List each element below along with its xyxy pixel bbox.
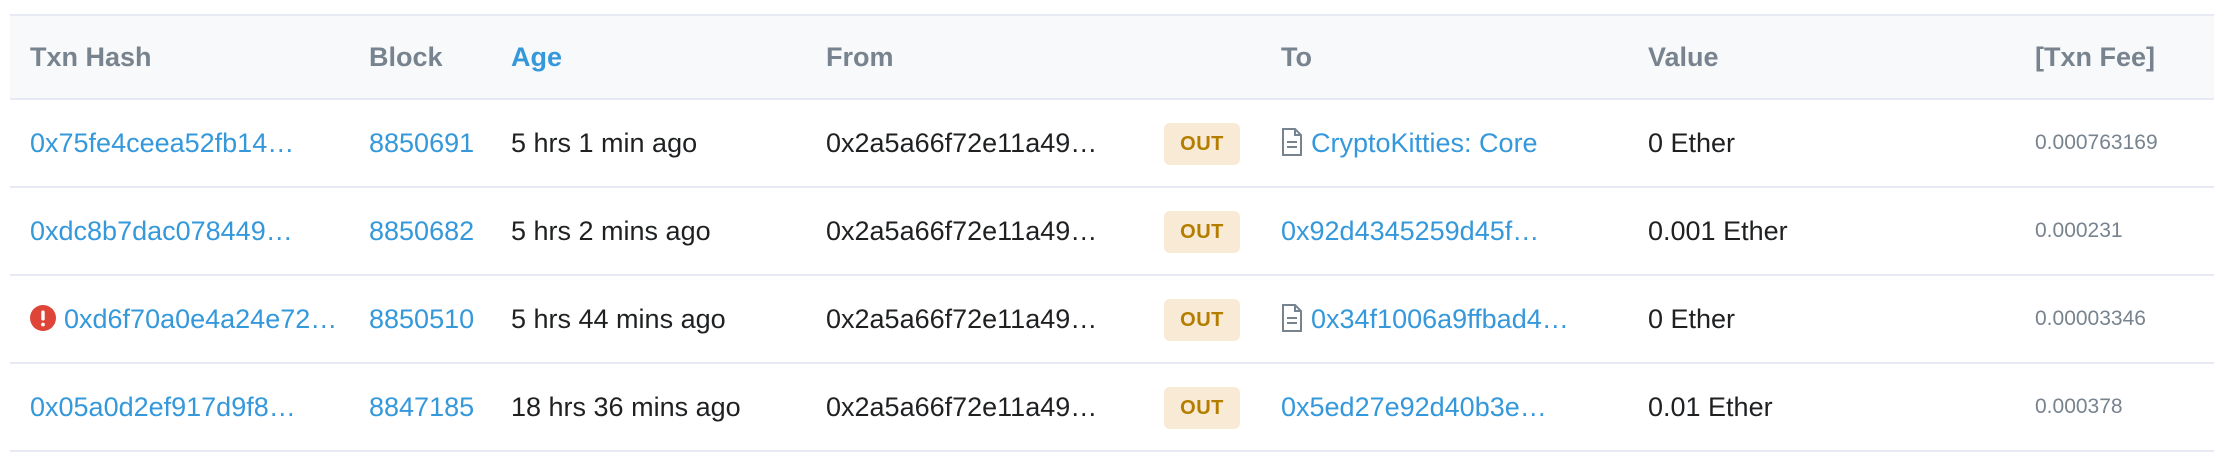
header-from: From <box>826 42 894 72</box>
direction-badge: OUT <box>1164 299 1240 341</box>
to-address-text: CryptoKitties: Core <box>1311 128 1538 158</box>
header-block: Block <box>369 42 443 72</box>
value-text: 0 Ether <box>1648 128 1736 158</box>
txn-fee-text: 0.000378 <box>2035 395 2123 418</box>
value-text: 0 Ether <box>1648 304 1736 334</box>
table-row: 0xdc8b7dac078449… 8850682 5 hrs 2 mins a… <box>10 188 2214 276</box>
to-address-link[interactable]: CryptoKitties: Core <box>1281 100 1538 186</box>
value-text: 0.001 Ether <box>1648 216 1788 246</box>
block-link[interactable]: 8850510 <box>369 276 474 362</box>
error-icon <box>30 304 56 331</box>
to-address-link[interactable]: 0x92d4345259d45f… <box>1281 188 1539 274</box>
direction-badge: OUT <box>1164 123 1240 165</box>
header-age-toggle[interactable]: Age <box>511 16 562 98</box>
txn-hash-text: 0xdc8b7dac078449… <box>30 216 293 246</box>
age-text: 5 hrs 1 min ago <box>511 128 698 158</box>
to-address-text: 0x92d4345259d45f… <box>1281 216 1540 246</box>
to-address-text: 0x5ed27e92d40b3e… <box>1281 392 1547 422</box>
header-txn-hash: Txn Hash <box>30 42 152 72</box>
from-address[interactable]: 0x2a5a66f72e11a49… <box>826 364 1097 450</box>
txn-hash-text: 0x05a0d2ef917d9f8… <box>30 392 296 422</box>
block-link[interactable]: 8850682 <box>369 188 474 274</box>
table-row: 0xd6f70a0e4a24e72… 8850510 5 hrs 44 mins… <box>10 276 2214 364</box>
header-txn-fee: [Txn Fee] <box>2035 42 2156 72</box>
direction-badge: OUT <box>1164 387 1240 429</box>
txn-fee-text: 0.000763169 <box>2035 131 2158 154</box>
from-address[interactable]: 0x2a5a66f72e11a49… <box>826 276 1097 362</box>
txn-hash-link[interactable]: 0xdc8b7dac078449… <box>30 188 293 274</box>
txn-hash-link[interactable]: 0xd6f70a0e4a24e72… <box>30 276 337 362</box>
txn-hash-text: 0x75fe4ceea52fb14… <box>30 128 295 158</box>
age-text: 18 hrs 36 mins ago <box>511 392 741 422</box>
block-link[interactable]: 8847185 <box>369 364 474 450</box>
from-address[interactable]: 0x2a5a66f72e11a49… <box>826 100 1097 186</box>
to-address-link[interactable]: 0x34f1006a9ffbad4… <box>1281 276 1569 362</box>
to-address-text: 0x34f1006a9ffbad4… <box>1311 304 1569 334</box>
txn-hash-text: 0xd6f70a0e4a24e72… <box>64 304 338 334</box>
transactions-table: Txn Hash Block Age From To Value [Txn Fe… <box>10 14 2214 452</box>
txn-fee-text: 0.000231 <box>2035 219 2123 242</box>
header-value: Value <box>1648 42 1719 72</box>
header-to: To <box>1281 42 1312 72</box>
block-link[interactable]: 8850691 <box>369 100 474 186</box>
txn-hash-link[interactable]: 0x75fe4ceea52fb14… <box>30 100 294 186</box>
contract-icon <box>1282 303 1302 332</box>
table-row: 0x05a0d2ef917d9f8… 8847185 18 hrs 36 min… <box>10 364 2214 452</box>
from-address[interactable]: 0x2a5a66f72e11a49… <box>826 188 1097 274</box>
to-address-link[interactable]: 0x5ed27e92d40b3e… <box>1281 364 1547 450</box>
age-text: 5 hrs 2 mins ago <box>511 216 711 246</box>
txn-fee-text: 0.00003346 <box>2035 307 2146 330</box>
txn-hash-link[interactable]: 0x05a0d2ef917d9f8… <box>30 364 296 450</box>
table-header: Txn Hash Block Age From To Value [Txn Fe… <box>10 14 2214 100</box>
value-text: 0.01 Ether <box>1648 392 1773 422</box>
table-row: 0x75fe4ceea52fb14… 8850691 5 hrs 1 min a… <box>10 100 2214 188</box>
direction-badge: OUT <box>1164 211 1240 253</box>
contract-icon <box>1282 127 1302 156</box>
age-text: 5 hrs 44 mins ago <box>511 304 726 334</box>
